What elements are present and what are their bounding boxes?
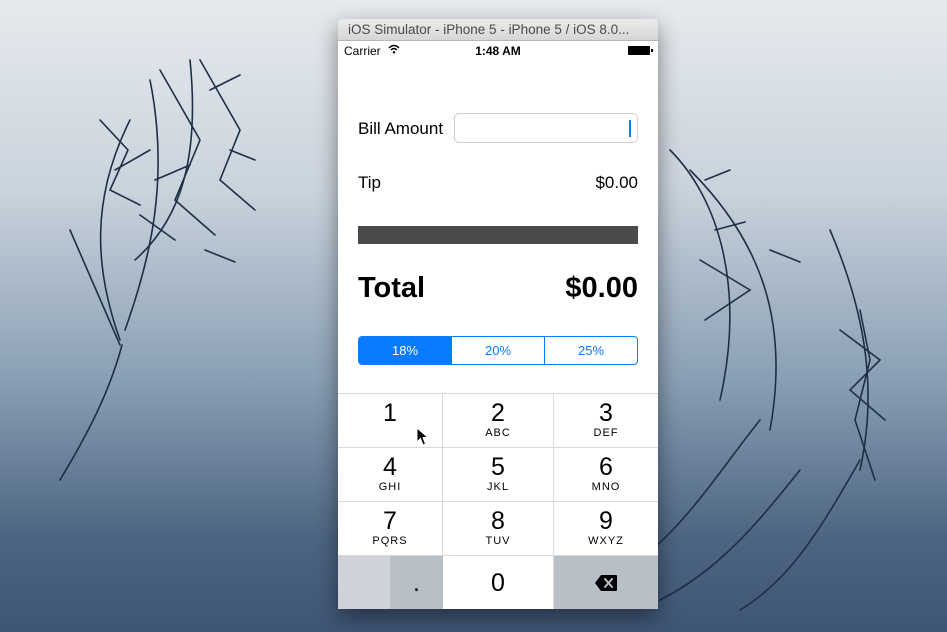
bill-amount-field[interactable] <box>454 113 638 143</box>
key-delete[interactable] <box>554 555 658 609</box>
simulator-window: iOS Simulator - iPhone 5 - iPhone 5 / iO… <box>338 19 658 609</box>
tip-percent-selector: 18% 20% 25% <box>358 336 638 365</box>
key-digit: 2 <box>491 399 505 427</box>
backspace-icon <box>595 575 617 591</box>
key-digit: 9 <box>599 507 613 535</box>
tip-value: $0.00 <box>595 173 638 192</box>
divider-bar <box>358 226 638 244</box>
key-letters: PQRS <box>372 535 408 547</box>
text-caret <box>629 120 631 137</box>
key-decimal[interactable]: . <box>390 555 443 609</box>
battery-icon <box>628 46 653 55</box>
key-8[interactable]: 8 TUV <box>443 501 554 555</box>
key-digit: 7 <box>383 507 397 535</box>
key-letters: ABC <box>485 427 511 439</box>
key-digit: . <box>413 569 420 597</box>
number-keypad: 1 2 ABC 3 DEF 4 GHI 5 JKL 6 MNO 7 PQRS 8 <box>338 393 658 609</box>
key-digit: 6 <box>599 453 613 481</box>
bill-amount-label: Bill Amount <box>358 119 444 138</box>
status-time: 1:48 AM <box>475 44 521 58</box>
tip-option-20[interactable]: 20% <box>451 337 544 364</box>
key-4[interactable]: 4 GHI <box>338 447 443 501</box>
status-bar: Carrier 1:48 AM <box>338 41 658 61</box>
window-title[interactable]: iOS Simulator - iPhone 5 - iPhone 5 / iO… <box>338 19 658 41</box>
key-letters: WXYZ <box>588 535 624 547</box>
total-value: $0.00 <box>565 272 638 304</box>
key-0[interactable]: 0 <box>443 555 554 609</box>
key-7[interactable]: 7 PQRS <box>338 501 443 555</box>
key-9[interactable]: 9 WXYZ <box>554 501 658 555</box>
key-3[interactable]: 3 DEF <box>554 393 658 447</box>
mouse-pointer-icon <box>416 427 430 446</box>
key-digit: 3 <box>599 399 613 427</box>
key-digit: 1 <box>383 399 397 427</box>
key-letters: MNO <box>591 481 621 493</box>
key-5[interactable]: 5 JKL <box>443 447 554 501</box>
key-letters: GHI <box>378 481 402 493</box>
key-digit: 0 <box>491 569 505 597</box>
key-blank <box>338 555 390 609</box>
tip-label: Tip <box>358 173 381 192</box>
key-6[interactable]: 6 MNO <box>554 447 658 501</box>
tip-option-25[interactable]: 25% <box>544 337 637 364</box>
key-2[interactable]: 2 ABC <box>443 393 554 447</box>
key-letters: TUV <box>485 535 511 547</box>
key-letters: DEF <box>593 427 619 439</box>
key-digit: 4 <box>383 453 397 481</box>
tip-option-18[interactable]: 18% <box>359 337 451 364</box>
key-digit: 8 <box>491 507 505 535</box>
key-letters: JKL <box>487 481 509 493</box>
key-digit: 5 <box>491 453 505 481</box>
total-label: Total <box>358 272 426 304</box>
